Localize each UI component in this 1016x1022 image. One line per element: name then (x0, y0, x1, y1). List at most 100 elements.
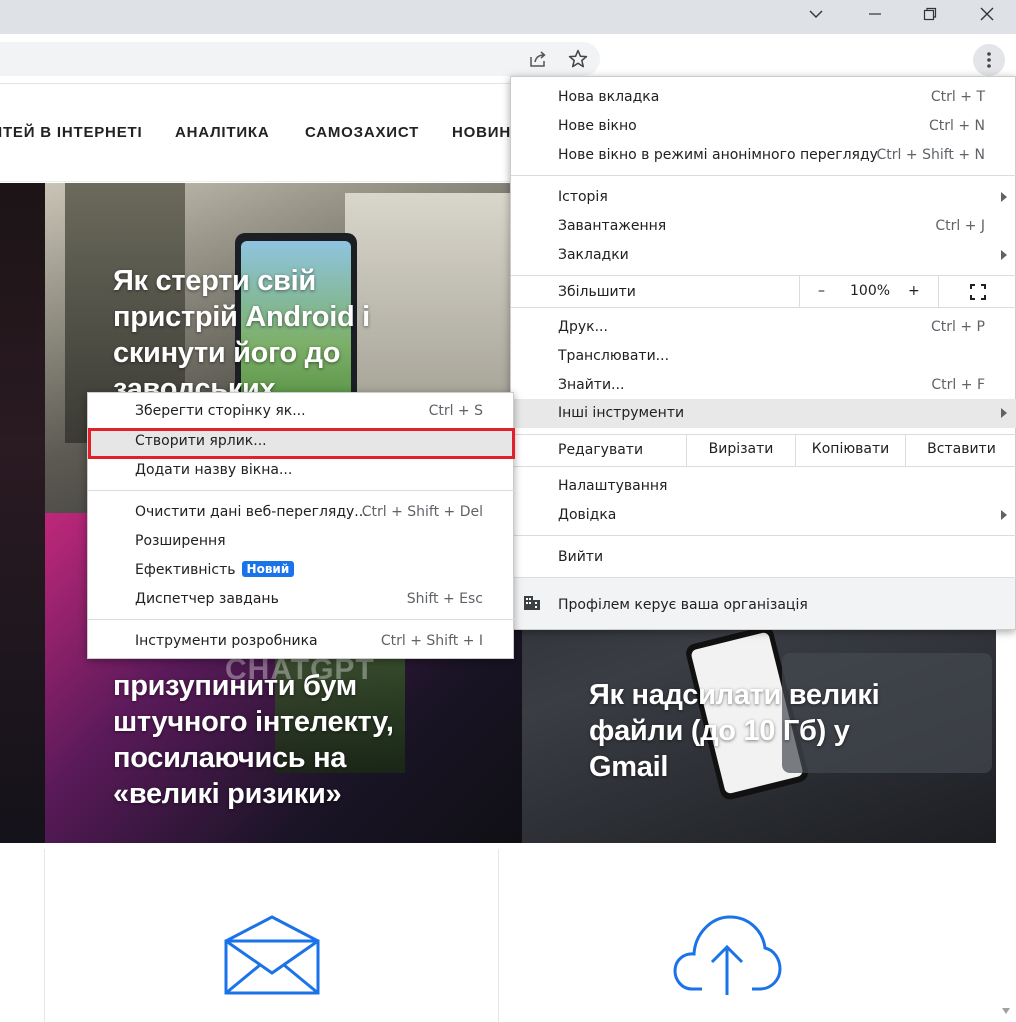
cut-button[interactable]: Вирізати (686, 435, 795, 466)
menu-item-label: Інструменти розробника (135, 633, 318, 649)
menu-item-shortcut: Ctrl + T (930, 89, 985, 105)
menu-item-label: Нова вкладка (558, 89, 660, 105)
fullscreen-button[interactable] (938, 276, 1016, 307)
chevron-down-icon (809, 10, 823, 18)
menu-item-label: Довідка (558, 507, 617, 523)
submenu-item-dev-tools[interactable]: Інструменти розробника Ctrl + Shift + I (88, 627, 515, 656)
menu-item-label: Історія (558, 189, 608, 205)
features-section (0, 843, 996, 1022)
paste-button[interactable]: Вставити (905, 435, 1016, 466)
menu-item-label: Розширення (135, 533, 226, 549)
menu-item-label: Диспетчер завдань (135, 591, 279, 607)
managed-profile-label: Профілем керує ваша організація (558, 597, 808, 613)
nav-item-self-defense[interactable]: САМОЗАХИСТ (305, 124, 419, 141)
submenu-item-save-page[interactable]: Зберегти сторінку як... Ctrl + S (88, 397, 515, 426)
menu-item-label: Ефективність Новий (135, 561, 295, 578)
star-icon (568, 49, 588, 68)
submenu-item-clear-data[interactable]: Очистити дані веб-перегляду... Ctrl + Sh… (88, 498, 515, 527)
menu-item-label: Знайти... (558, 377, 625, 393)
window-titlebar (0, 0, 1016, 34)
nav-item-internet[interactable]: ІТЕЙ В ІНТЕРНЕТІ (0, 124, 142, 141)
building-icon (524, 596, 540, 610)
menu-item-label: Інші інструменти (558, 405, 685, 421)
share-icon (530, 51, 546, 67)
edit-label: Редагувати (558, 442, 644, 458)
chrome-menu-button[interactable] (973, 44, 1005, 76)
submenu-item-performance[interactable]: Ефективність Новий (88, 556, 515, 585)
menu-item-settings[interactable]: Налаштування (511, 472, 1016, 501)
menu-item-label: Вийти (558, 549, 604, 565)
menu-item-history[interactable]: Історія (511, 183, 1016, 212)
menu-item-label: Транслювати... (558, 348, 670, 364)
restore-icon (923, 7, 937, 21)
menu-item-shortcut: Ctrl + Shift + N (876, 147, 985, 163)
menu-item-print[interactable]: Друк... Ctrl + P (511, 313, 1016, 342)
menu-separator (88, 490, 515, 491)
tab-search-button[interactable] (791, 0, 841, 28)
menu-item-new-tab[interactable]: Нова вкладка Ctrl + T (511, 83, 1016, 112)
menu-item-downloads[interactable]: Завантаження Ctrl + J (511, 212, 1016, 241)
menu-item-shortcut: Ctrl + Shift + Del (361, 504, 483, 520)
divider (44, 849, 45, 1022)
menu-item-cast[interactable]: Транслювати... (511, 342, 1016, 371)
menu-item-shortcut: Ctrl + F (931, 377, 985, 393)
scroll-down-arrow[interactable] (1002, 1008, 1010, 1014)
menu-item-bookmarks[interactable]: Закладки (511, 241, 1016, 270)
address-bar[interactable] (0, 42, 600, 76)
menu-item-label: Нове вікно в режимі анонімного перегляду (558, 147, 878, 163)
menu-row-edit: Редагувати Вирізати Копіювати Вставити (511, 435, 1016, 466)
bookmark-star-button[interactable] (564, 44, 592, 74)
zoom-level-value: 100% (850, 283, 891, 299)
menu-separator (511, 466, 1016, 467)
kebab-menu-icon (987, 52, 991, 68)
nav-item-analytics[interactable]: АНАЛІТИКА (175, 124, 270, 141)
zoom-in-button[interactable]: + (908, 283, 920, 299)
cloud-upload-icon (673, 915, 782, 995)
menu-separator (511, 307, 1016, 308)
menu-item-more-tools[interactable]: Інші інструменти (511, 399, 1016, 428)
article-title[interactable]: Як надсилати великі файли (до 10 Гб) у G… (589, 677, 889, 785)
close-icon (980, 7, 994, 21)
minimize-button[interactable] (850, 0, 900, 28)
copy-button[interactable]: Копіювати (795, 435, 905, 466)
menu-item-shortcut: Ctrl + Shift + I (380, 633, 483, 649)
divider (498, 849, 499, 1022)
more-tools-submenu: Зберегти сторінку як... Ctrl + S Створит… (87, 392, 515, 659)
menu-separator (511, 175, 1016, 176)
fullscreen-icon (970, 284, 986, 300)
submenu-arrow-icon (1001, 510, 1007, 520)
managed-profile-notice[interactable]: Профілем керує ваша організація (511, 578, 1015, 629)
performance-label: Ефективність (135, 562, 236, 578)
menu-item-incognito-window[interactable]: Нове вікно в режимі анонімного перегляду… (511, 141, 1016, 170)
new-badge: Новий (241, 561, 295, 577)
submenu-arrow-icon (1001, 250, 1007, 260)
menu-item-new-window[interactable]: Нове вікно Ctrl + N (511, 112, 1016, 141)
zoom-controls: – 100% + (799, 276, 938, 307)
restore-button[interactable] (905, 0, 955, 28)
envelope-icon (224, 915, 320, 995)
menu-item-shortcut: Ctrl + N (928, 118, 985, 134)
menu-item-label: Очистити дані веб-перегляду... (135, 504, 368, 520)
zoom-label: Збільшити (558, 284, 636, 300)
zoom-out-button[interactable]: – (818, 283, 825, 299)
submenu-item-name-window[interactable]: Додати назву вікна... (88, 456, 515, 485)
menu-item-find[interactable]: Знайти... Ctrl + F (511, 371, 1016, 400)
article-title[interactable]: призупинити бум штучного інтелекту, поси… (113, 668, 443, 812)
article-title[interactable]: Як стерти свій пристрій Android і скинут… (113, 263, 443, 407)
submenu-arrow-icon (1001, 192, 1007, 202)
menu-separator (511, 535, 1016, 536)
menu-item-label: Налаштування (558, 478, 668, 494)
submenu-arrow-icon (1001, 408, 1007, 418)
close-button[interactable] (962, 0, 1012, 28)
menu-item-exit[interactable]: Вийти (511, 543, 1016, 572)
menu-item-shortcut: Ctrl + J (935, 218, 985, 234)
share-button[interactable] (524, 44, 552, 74)
highlight-box (88, 428, 515, 459)
submenu-item-task-manager[interactable]: Диспетчер завдань Shift + Esc (88, 585, 515, 614)
menu-item-shortcut: Ctrl + P (931, 319, 985, 335)
submenu-item-extensions[interactable]: Розширення (88, 527, 515, 556)
menu-item-label: Завантаження (558, 218, 667, 234)
menu-item-shortcut: Ctrl + S (428, 403, 483, 419)
menu-item-help[interactable]: Довідка (511, 501, 1016, 530)
nav-item-news[interactable]: НОВИН (452, 124, 511, 141)
